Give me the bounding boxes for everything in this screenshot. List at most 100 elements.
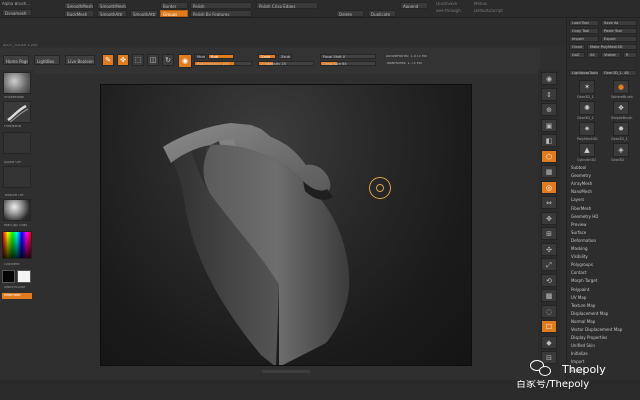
live-boolean-button[interactable]: Live Boolean [65, 55, 95, 65]
border-button[interactable]: Border [160, 2, 188, 9]
shelf-move-icon[interactable]: ✣ [541, 242, 557, 256]
tool-menu-vector-displacement-map[interactable]: Vector Displacement Map [571, 326, 633, 334]
quick-save-label[interactable]: QuickSave [436, 2, 457, 6]
subtool-thumb-6[interactable]: ▲ [579, 143, 595, 157]
tool-menu-nanomesh[interactable]: NanoMesh [571, 188, 633, 196]
shelf-aahalf-icon[interactable]: ◧ [541, 134, 557, 147]
palette-btn-visible[interactable]: Visible [601, 52, 621, 58]
lightbox-tools-button[interactable]: Lightbox▸Tools [569, 70, 599, 76]
tool-menu-polypaint[interactable]: Polypaint [571, 286, 633, 294]
secondary-color-swatch[interactable] [2, 270, 15, 283]
subtool-thumb-3[interactable]: ❖ [613, 101, 629, 115]
palette-btn-load-tool[interactable]: Load Tool [569, 20, 599, 26]
polish-slider[interactable]: Polish [190, 2, 252, 9]
stroke-thumbnail[interactable] [3, 101, 31, 123]
tool-menu-masking[interactable]: Masking [571, 245, 633, 253]
z-intensity-slider[interactable]: Z Intensity 25 [258, 61, 314, 66]
tool-menu-normal-map[interactable]: Normal Map [571, 318, 633, 326]
palette-btn-export[interactable]: Export [601, 36, 637, 42]
switch-color-label[interactable]: SwitchColor [4, 286, 25, 290]
tool-menu-subtool[interactable]: Subtool [571, 164, 633, 172]
subtool-thumb-4[interactable]: ✷ [579, 122, 595, 136]
palette-btn-paste-tool[interactable]: Paste Tool [601, 28, 637, 34]
tool-menu-surface[interactable]: Surface [571, 229, 633, 237]
palette-btn-goz[interactable]: GoZ [569, 52, 585, 58]
dynamesh-button[interactable]: Dynamesh [2, 9, 32, 16]
palette-btn-r[interactable]: R [623, 52, 637, 58]
shelf-bpr-icon[interactable]: ◉ [541, 72, 557, 85]
tool-menu-displacement-map[interactable]: Displacement Map [571, 310, 633, 318]
subtool-thumb-5[interactable]: ✸ [613, 122, 629, 136]
tool-move-icon[interactable]: ⬚ [132, 54, 144, 66]
smooth-attr-button[interactable]: SmoothAttr [97, 10, 127, 17]
alpha-thumbnail[interactable] [3, 132, 31, 154]
tool-menu-texture-map[interactable]: Texture Map [571, 302, 633, 310]
texture-thumbnail[interactable] [3, 166, 31, 188]
smooth-attr-2-button[interactable]: SmoothAttr [130, 10, 158, 17]
shelf-local-icon[interactable]: ◎ [541, 180, 557, 194]
shelf-polyf-icon[interactable]: ▩ [541, 289, 557, 302]
subtool-thumb-1[interactable]: ● [613, 80, 629, 94]
append-button[interactable]: Append [400, 2, 428, 9]
palette-btn-copy-tool[interactable]: Copy Tool [569, 28, 599, 34]
brush-thumbnail[interactable] [3, 72, 31, 94]
zadd-toggle[interactable]: Zadd [258, 54, 276, 59]
duplicate-button[interactable]: Duplicate [368, 10, 396, 17]
polish-crisp-edges-button[interactable]: Polish Crisp Edges [256, 2, 318, 9]
main-color-swatch[interactable] [17, 270, 31, 283]
shelf-frame-icon[interactable]: ⊞ [541, 227, 557, 240]
menu-alpha-brush[interactable]: Alpha Brush... [2, 2, 30, 6]
tool-menu-visibility[interactable]: Visibility [571, 253, 633, 261]
tool-menu-geometry-hd[interactable]: Geometry HD [571, 213, 633, 221]
palette-btn-make-polymesh3d[interactable]: Make PolyMesh3D [587, 44, 637, 50]
tool-menu-contact[interactable]: Contact [571, 269, 633, 277]
alternate-toggle[interactable]: Alternate [2, 293, 32, 299]
tool-rotate-icon[interactable]: ↻ [162, 54, 174, 66]
tool-menu-geometry[interactable]: Geometry [571, 172, 633, 180]
palette-btn-save-as[interactable]: Save As [601, 20, 637, 26]
delete-button[interactable]: Delete [336, 10, 364, 17]
shelf-scroll-icon[interactable]: ⇕ [541, 87, 557, 101]
tool-menu-arraymesh[interactable]: ArrayMesh [571, 180, 633, 188]
lightbox-button[interactable]: LightBox [34, 55, 60, 65]
shelf-rotate-icon[interactable]: ⟲ [541, 273, 557, 287]
material-sphere[interactable] [3, 199, 31, 221]
draw-size-slider[interactable]: Draw Size 64 [320, 61, 376, 66]
shelf-persp-icon[interactable]: ⬡ [541, 149, 557, 163]
tool-menu-morph-target[interactable]: Morph Target [571, 277, 633, 285]
tool-edit-icon[interactable]: ✎ [102, 54, 114, 66]
shelf-ghost-icon[interactable]: ☐ [541, 320, 557, 333]
shelf-actual-icon[interactable]: ▣ [541, 118, 557, 132]
sphere-brush-icon[interactable]: ◉ [178, 54, 192, 68]
rgb-intensity-slider[interactable]: Rgb Intensity 100 [194, 61, 252, 66]
smooth-mesh-button[interactable]: SmoothMesh [64, 2, 94, 9]
shelf-scale-icon[interactable]: ⤢ [541, 258, 557, 271]
shelf-zoom-icon[interactable]: ⊕ [541, 103, 557, 116]
palette-btn-import[interactable]: Import [569, 36, 599, 42]
tool-menu-uv-map[interactable]: UV Map [571, 294, 633, 302]
menus-label[interactable]: Menus [474, 2, 487, 6]
back-mesh-button[interactable]: BackMesh [64, 10, 94, 17]
tool-menu-deformation[interactable]: Deformation [571, 237, 633, 245]
tool-menu-fibermesh[interactable]: FiberMesh [571, 205, 633, 213]
shelf-transp-icon[interactable]: ◌ [541, 304, 557, 318]
groups-button[interactable]: Groups [160, 10, 188, 17]
palette-btn-all[interactable]: All [587, 52, 599, 58]
default-zscript-label[interactable]: DefaultZScript [474, 9, 503, 13]
smooth-mesh-2-button[interactable]: SmoothMesh [97, 2, 127, 9]
tool-scale-icon[interactable]: ◫ [147, 54, 159, 66]
subtool-thumb-7[interactable]: ◈ [613, 143, 629, 157]
tool-menu-layers[interactable]: Layers [571, 196, 633, 204]
subtool-thumb-0[interactable]: ✶ [579, 80, 595, 94]
polish-by-features-button[interactable]: Polish By Features [190, 10, 252, 17]
subtool-thumb-2[interactable]: ✺ [579, 101, 595, 115]
shelf-lsym-icon[interactable]: ⇔ [541, 196, 557, 209]
color-picker[interactable] [2, 231, 32, 259]
tool-menu-polygroups[interactable]: Polygroups [571, 261, 633, 269]
tool-menu-unified-skin[interactable]: Unified Skin [571, 342, 633, 350]
home-page-button[interactable]: Home Page [3, 55, 29, 65]
shelf-floor-icon[interactable]: ▦ [541, 165, 557, 178]
shelf-xyz-icon[interactable]: ✥ [541, 211, 557, 225]
tool-menu-preview[interactable]: Preview [571, 221, 633, 229]
palette-btn-clone[interactable]: Clone [569, 44, 585, 50]
